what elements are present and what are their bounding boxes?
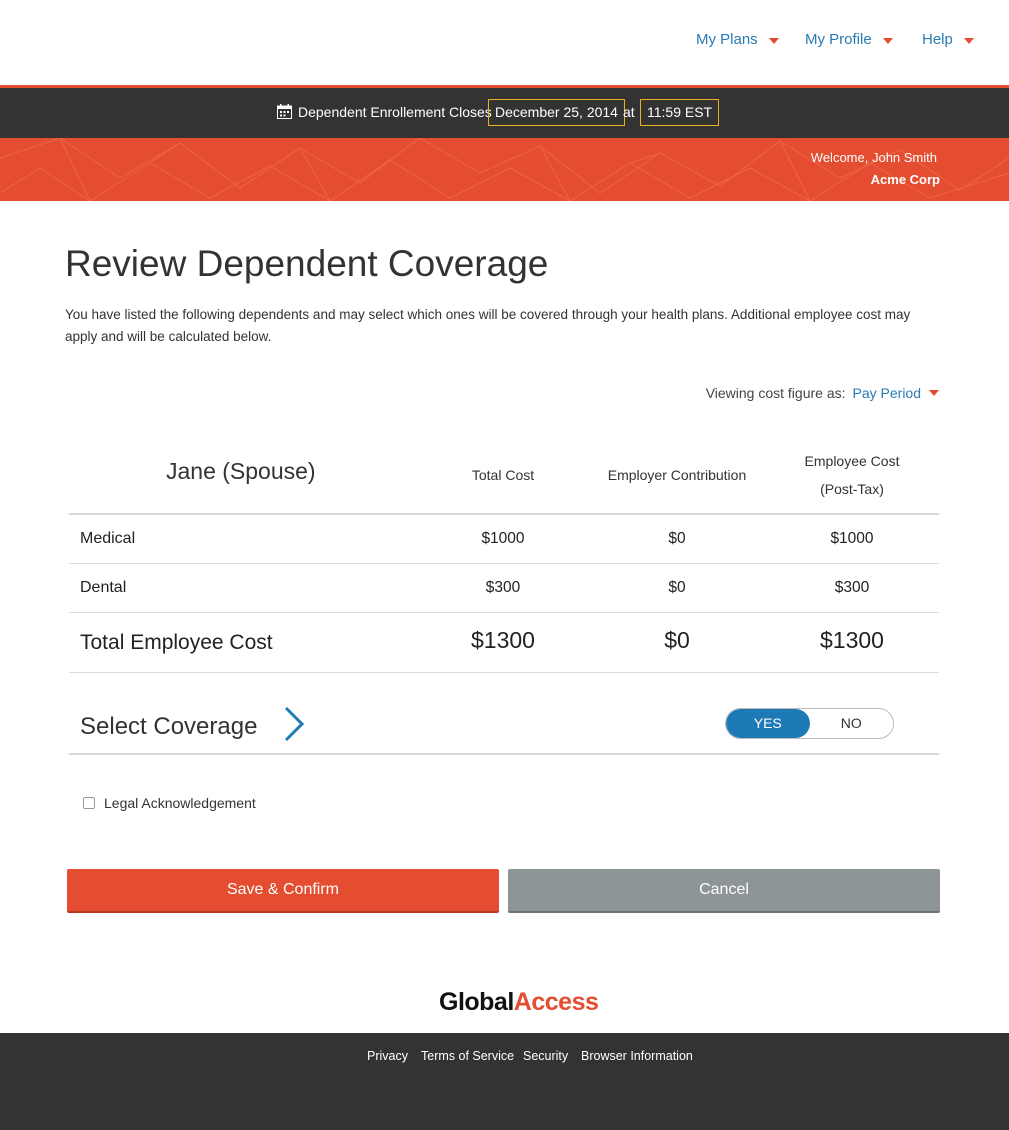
total-employee-value: $1300 — [820, 627, 884, 653]
total-label: Total Employee Cost — [80, 631, 273, 654]
coverage-no-option[interactable]: NO — [810, 709, 894, 738]
legal-acknowledgement[interactable]: Legal Acknowledgement — [83, 795, 256, 811]
nav-my-profile[interactable]: My Profile — [805, 31, 893, 48]
legal-label: Legal Acknowledgement — [104, 795, 256, 811]
row-label: Dental — [80, 579, 127, 596]
coverage-cost-table: Jane (Spouse) Total Cost Employer Contri… — [69, 440, 939, 755]
deadline-date: December 25, 2014 — [488, 99, 625, 126]
header-employee-cost-line2: (Post-Tax) — [820, 481, 884, 497]
cell-total-cost: $1000 — [481, 530, 525, 547]
global-access-logo: GlobalAccess — [439, 988, 599, 1017]
total-row: Total Employee Cost $1300 $0 $1300 — [69, 613, 939, 673]
cell-employer-contribution: $0 — [668, 579, 686, 596]
cell-employee-cost: $300 — [834, 579, 870, 596]
caret-down-icon — [963, 37, 974, 44]
banner-pattern — [0, 138, 1009, 201]
cell-employer-contribution: $0 — [668, 530, 686, 547]
coverage-yes-option[interactable]: YES — [726, 709, 810, 738]
cancel-button[interactable]: Cancel — [508, 869, 940, 913]
total-employer-value: $0 — [664, 627, 690, 653]
table-header: Jane (Spouse) Total Cost Employer Contri… — [69, 440, 939, 515]
deadline-at: at — [623, 104, 635, 120]
cell-total-cost: $300 — [485, 579, 521, 596]
deadline-label: Dependent Enrollement Closes — [298, 104, 492, 120]
cost-view-value: Pay Period — [852, 385, 921, 401]
chevron-right-icon — [284, 706, 305, 742]
footer-link-browser-info[interactable]: Browser Information — [581, 1049, 693, 1063]
cost-view-selector: Viewing cost figure as: Pay Period — [706, 385, 939, 401]
nav-my-plans[interactable]: My Plans — [696, 31, 779, 48]
footer-link-privacy[interactable]: Privacy — [367, 1049, 408, 1063]
select-coverage-label: Select Coverage — [80, 713, 258, 740]
page-title: Review Dependent Coverage — [65, 243, 549, 284]
cell-employee-cost: $1000 — [830, 530, 874, 547]
dependent-name: Jane (Spouse) — [166, 458, 316, 484]
table-row: Medical $1000 $0 $1000 — [69, 515, 939, 564]
top-nav: My Plans My Profile Help — [0, 0, 1009, 85]
caret-down-icon — [882, 37, 893, 44]
deadline-time: 11:59 EST — [640, 99, 720, 126]
nav-help[interactable]: Help — [922, 31, 974, 48]
footer: Privacy Terms of Service Security Browse… — [0, 1033, 1009, 1130]
logo-part-global: Global — [439, 988, 514, 1016]
nav-my-plans-label: My Plans — [696, 31, 758, 48]
deadline-bar: Dependent Enrollement Closes December 25… — [0, 88, 1009, 138]
header-total-cost: Total Cost — [471, 467, 535, 483]
caret-down-icon — [929, 390, 939, 396]
table-row: Dental $300 $0 $300 — [69, 564, 939, 613]
cost-view-label: Viewing cost figure as: — [705, 385, 846, 401]
nav-help-label: Help — [922, 31, 953, 48]
logo-part-access: Access — [513, 988, 599, 1016]
header-employee-cost-line1: Employee Cost — [804, 453, 900, 469]
footer-link-terms[interactable]: Terms of Service — [421, 1049, 514, 1063]
save-confirm-button[interactable]: Save & Confirm — [67, 869, 499, 913]
coverage-toggle[interactable]: YES NO — [725, 708, 894, 739]
legal-checkbox[interactable] — [83, 797, 95, 809]
company-name: Acme Corp — [870, 172, 940, 187]
calendar-icon — [277, 104, 292, 119]
intro-text: You have listed the following dependents… — [65, 307, 911, 344]
select-coverage-row: Select Coverage YES NO — [69, 673, 939, 755]
total-cost-value: $1300 — [471, 627, 535, 653]
welcome-text: Welcome, John Smith — [810, 150, 937, 165]
header-employer-contribution: Employer Contribution — [607, 467, 747, 483]
nav-my-profile-label: My Profile — [805, 31, 872, 48]
caret-down-icon — [768, 37, 779, 44]
welcome-banner: Welcome, John Smith Acme Corp — [0, 138, 1009, 201]
footer-link-security[interactable]: Security — [523, 1049, 568, 1063]
cost-view-dropdown[interactable]: Pay Period — [853, 385, 939, 401]
row-label: Medical — [80, 530, 136, 547]
header-employee-cost: Employee Cost (Post-Tax) — [782, 447, 922, 503]
